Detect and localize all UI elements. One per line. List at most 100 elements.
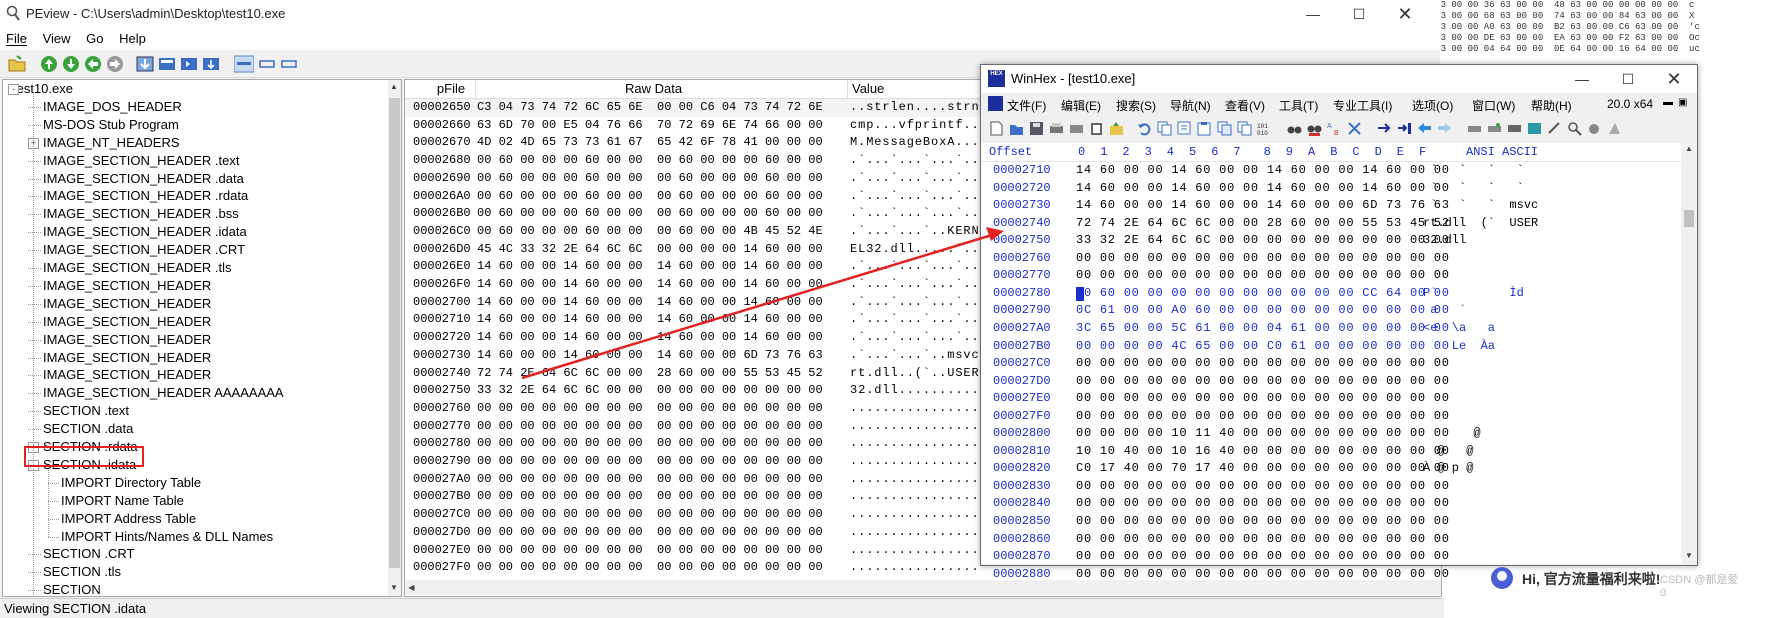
forward-arrow-icon[interactable] <box>1437 121 1452 136</box>
tree-scrollbar[interactable]: ▲ ▼ <box>388 80 401 596</box>
wh-menu-tools[interactable]: 工具(T) <box>1279 97 1318 114</box>
wh-menu-search[interactable]: 搜索(S) <box>1116 97 1156 114</box>
section-view-icon[interactable] <box>136 55 154 73</box>
up-folder-icon[interactable] <box>1109 121 1124 136</box>
wh-menu-file[interactable]: 文件(F) <box>1007 97 1046 114</box>
properties-icon[interactable] <box>1069 121 1084 136</box>
wh-menu-edit[interactable]: 编辑(E) <box>1061 97 1101 114</box>
scroll-up-arrow-icon[interactable]: ▲ <box>390 82 398 91</box>
scroll-down-arrow-icon[interactable]: ▼ <box>390 583 398 592</box>
calculator-icon[interactable] <box>1527 121 1542 136</box>
close-button[interactable]: ✕ <box>1382 0 1428 28</box>
open-file-icon[interactable] <box>1009 121 1024 136</box>
zoom-icon[interactable] <box>1567 121 1582 136</box>
menu-view[interactable]: View <box>37 28 77 46</box>
menu-file[interactable]: File <box>0 28 33 46</box>
hex-row[interactable]: 000027A0 3C 65 00 00 5C 61 00 00 04 61 00… <box>981 320 1681 338</box>
open-folder-icon[interactable] <box>8 55 26 73</box>
tree-node[interactable]: IMAGE_DOS_HEADER <box>43 98 182 115</box>
tree-node[interactable]: SECTION <box>43 581 101 596</box>
tree-node[interactable]: IMAGE_SECTION_HEADER <box>43 277 211 294</box>
tree-node[interactable]: IMAGE_SECTION_HEADER <box>43 366 211 383</box>
save-icon[interactable] <box>1029 121 1044 136</box>
winhex-maximize-button[interactable]: ☐ <box>1605 65 1651 93</box>
menu-help[interactable]: Help <box>113 28 152 46</box>
hex-row[interactable]: 00002790 0C 61 00 00 A0 60 00 00 00 00 00… <box>981 302 1681 320</box>
hex-row[interactable]: 00002800 00 00 00 00 10 11 40 00 00 00 00… <box>981 425 1681 443</box>
disk-tools-icon[interactable] <box>1487 121 1502 136</box>
hex-editor-pane[interactable]: Offset 01234 567 89 ABCDE F ANSI ASCII 00002… <box>981 143 1681 581</box>
tree-node[interactable]: IMPORT Directory Table <box>61 474 201 491</box>
hex-row[interactable]: 00002820 C0 17 40 00 70 17 40 00 00 00 00… <box>981 460 1681 478</box>
wh-menu-options[interactable]: 选项(O) <box>1412 97 1453 114</box>
menu-go[interactable]: Go <box>80 28 109 46</box>
paste-icon[interactable] <box>1197 121 1212 136</box>
column-value[interactable]: Value <box>852 81 884 96</box>
tree-node[interactable]: IMAGE_SECTION_HEADER <box>43 331 211 348</box>
hex-row[interactable]: 00002740 72 74 2E 64 6C 6C 00 00 28 60 00… <box>981 215 1681 233</box>
hex-row[interactable]: 00002830 00 00 00 00 00 00 00 00 00 00 00… <box>981 478 1681 496</box>
hex-scroll-down-icon[interactable]: ▼ <box>1685 551 1693 560</box>
goto-offset-icon[interactable] <box>1377 121 1392 136</box>
hex-converter-icon[interactable] <box>1547 121 1562 136</box>
tree-node[interactable]: IMAGE_SECTION_HEADER .idata <box>43 223 247 240</box>
paste-special-icon[interactable] <box>1217 121 1232 136</box>
hex-row[interactable]: 00002840 00 00 00 00 00 00 00 00 00 00 00… <box>981 495 1681 513</box>
wh-menu-navigate[interactable]: 导航(N) <box>1170 97 1211 114</box>
go-forward-icon[interactable] <box>106 55 124 73</box>
hex-row[interactable]: 00002750 33 32 2E 64 6C 6C 00 00 00 00 00… <box>981 232 1681 250</box>
new-file-icon[interactable] <box>989 121 1004 136</box>
edit-block-icon[interactable]: 101010 <box>1257 121 1272 136</box>
import-icon[interactable] <box>180 55 198 73</box>
clipboard-icon[interactable] <box>1089 121 1104 136</box>
disk-icon[interactable] <box>1467 121 1482 136</box>
byte-view-icon[interactable] <box>234 55 254 73</box>
wh-menu-window[interactable]: 窗口(W) <box>1472 97 1515 114</box>
tree-node[interactable]: IMAGE_SECTION_HEADER .bss <box>43 205 239 222</box>
wh-menu-view[interactable]: 查看(V) <box>1225 97 1265 114</box>
hex-row[interactable]: 00002710 14 60 00 00 14 60 00 00 14 60 00… <box>981 162 1681 180</box>
export-icon[interactable] <box>202 55 220 73</box>
hand-icon[interactable] <box>1587 121 1602 136</box>
dword-view-icon[interactable] <box>280 55 298 73</box>
tree-node[interactable]: IMAGE_SECTION_HEADER .data <box>43 170 244 187</box>
hex-row[interactable]: 000027F0 00 00 00 00 00 00 00 00 00 00 00… <box>981 408 1681 426</box>
hex-row[interactable]: 000027C0 00 00 00 00 00 00 00 00 00 00 00… <box>981 355 1681 373</box>
back-arrow-icon[interactable] <box>1417 121 1432 136</box>
tree-node[interactable]: IMAGE_SECTION_HEADER <box>43 313 211 330</box>
hex-row[interactable]: 00002720 14 60 00 00 14 60 00 00 14 60 00… <box>981 180 1681 198</box>
tree-node[interactable]: MS-DOS Stub Program <box>43 116 179 133</box>
word-view-icon[interactable] <box>258 55 276 73</box>
tree-node[interactable]: IMAGE_SECTION_HEADER .tls <box>43 259 232 276</box>
copy-icon[interactable] <box>1157 121 1172 136</box>
column-raw-data[interactable]: Raw Data <box>625 81 682 96</box>
hex-scroll-up-icon[interactable]: ▲ <box>1685 144 1693 153</box>
tree-node[interactable]: IMPORT Address Table <box>61 510 196 527</box>
cut-icon[interactable] <box>1177 121 1192 136</box>
tree-node[interactable]: IMAGE_SECTION_HEADER .CRT <box>43 241 245 258</box>
wh-inner-minimize-icon[interactable]: ▬ <box>1663 97 1673 108</box>
hex-row[interactable]: 000027E0 00 00 00 00 00 00 00 00 00 00 00… <box>981 390 1681 408</box>
maximize-button[interactable]: ☐ <box>1336 0 1382 28</box>
wh-menu-pro-tools[interactable]: 专业工具(I) <box>1333 97 1392 114</box>
hex-vertical-scrollbar[interactable]: ▲ ▼ <box>1682 143 1696 564</box>
go-down-icon[interactable] <box>62 55 80 73</box>
go-up-icon[interactable] <box>40 55 58 73</box>
tree-node[interactable]: SECTION .text <box>43 402 129 419</box>
go-back-icon[interactable] <box>84 55 102 73</box>
tree-node[interactable]: SECTION .CRT <box>43 545 135 562</box>
undo-icon[interactable] <box>1137 121 1152 136</box>
write-clipboard-icon[interactable] <box>1237 121 1252 136</box>
tree-node[interactable]: IMAGE_NT_HEADERS <box>43 134 180 151</box>
winhex-doc-icon[interactable] <box>988 96 1003 111</box>
tree-node[interactable]: IMAGE_SECTION_HEADER <box>43 295 211 312</box>
tree-node[interactable]: IMAGE_SECTION_HEADER .text <box>43 152 240 169</box>
replace-text-icon[interactable]: AB <box>1327 121 1342 136</box>
tree-node[interactable]: IMPORT Name Table <box>61 492 184 509</box>
hex-row[interactable]: 00002730 14 60 00 00 14 60 00 00 14 60 00… <box>981 197 1681 215</box>
tree-node[interactable]: test10.exe <box>13 80 73 97</box>
hex-row[interactable]: 00002850 00 00 00 00 00 00 00 00 00 00 00… <box>981 513 1681 531</box>
header-view-icon[interactable] <box>158 55 176 73</box>
find-hex-icon[interactable] <box>1307 121 1322 136</box>
tree-node[interactable]: IMAGE_SECTION_HEADER AAAAAAAA <box>43 384 284 401</box>
